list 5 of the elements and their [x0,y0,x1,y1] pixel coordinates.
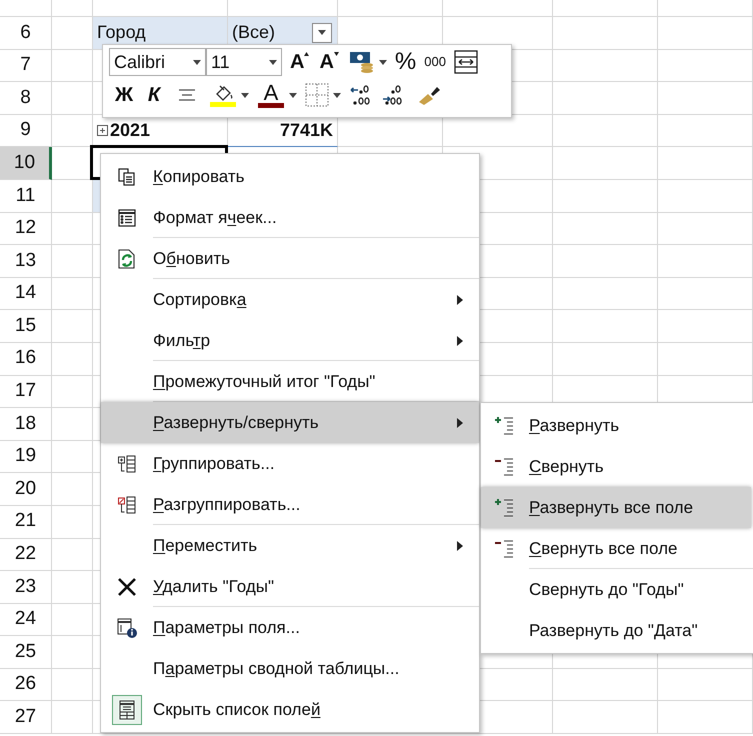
value-text: 7741K [280,119,334,142]
filter-value: (Все) [231,21,276,44]
field-label: Город [96,21,146,44]
font-color-letter: A [264,82,278,102]
row-label: 2021 [110,119,150,142]
